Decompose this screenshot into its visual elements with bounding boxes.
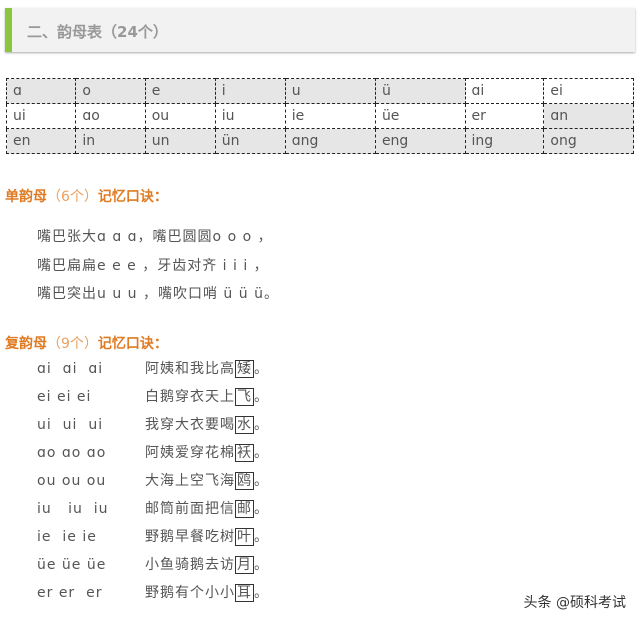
final-cell: iu xyxy=(214,103,286,129)
period: 。 xyxy=(254,557,269,573)
rhyme-text: 白鹅穿衣天上 xyxy=(145,389,235,405)
key-char: 邮 xyxy=(235,500,254,518)
final-cell: ei xyxy=(543,78,634,104)
rhyme-row: ie ie ie 野鹅早餐吃树叶。 xyxy=(37,526,269,546)
final-cell: ɑ xyxy=(5,78,77,104)
rhyme-text: 野鹅早餐吃树 xyxy=(145,529,235,545)
single-finals-heading: 单韵母（6个）记忆口诀： xyxy=(5,186,168,206)
pinyin: iu iu iu xyxy=(37,501,109,517)
rhyme-text: 阿姨爱穿花棉 xyxy=(145,445,235,461)
final-cell: ün xyxy=(214,128,286,154)
rhyme-line: 嘴巴扁扁e e e ，牙齿对齐 i i i ， xyxy=(37,258,269,274)
key-char: 矮 xyxy=(235,360,254,378)
rhyme-text: 小鱼骑鹅去访 xyxy=(145,557,235,573)
final-cell: ui xyxy=(5,103,77,129)
key-char: 月 xyxy=(235,556,254,574)
rhyme-text: 阿姨和我比高 xyxy=(145,361,235,377)
period: 。 xyxy=(254,445,269,461)
heading-suffix: 记忆口诀： xyxy=(97,189,168,205)
heading-title: 单韵母 xyxy=(5,189,47,205)
final-cell: ɑi xyxy=(464,78,545,104)
final-cell: ü xyxy=(374,78,466,104)
period: 。 xyxy=(254,585,269,601)
final-cell: ɑn xyxy=(543,103,634,129)
period: 。 xyxy=(254,473,269,489)
final-cell: ie xyxy=(284,103,376,129)
key-char: 鸥 xyxy=(235,472,254,490)
final-cell: un xyxy=(144,128,216,154)
final-cell: ong xyxy=(543,128,634,154)
key-char: 水 xyxy=(235,416,254,434)
period: 。 xyxy=(254,389,269,405)
period: 。 xyxy=(254,417,269,433)
heading-count: （6个） xyxy=(47,189,98,205)
rhyme-row: ɑi ɑi ɑi 阿姨和我比高矮。 xyxy=(37,358,269,378)
final-cell: er xyxy=(464,103,545,129)
final-cell: o xyxy=(75,78,146,104)
final-cell: üe xyxy=(374,103,466,129)
key-char: 叶 xyxy=(235,528,254,546)
heading-count: （9个） xyxy=(47,336,98,352)
rhyme-text: 邮筒前面把信 xyxy=(145,501,235,517)
pinyin: er er er xyxy=(37,585,103,601)
pinyin: ei ei ei xyxy=(37,389,92,405)
final-cell: in xyxy=(75,128,146,154)
final-cell: ing xyxy=(464,128,545,154)
table-row: ɑ o e i u ü ɑi ei xyxy=(5,78,634,104)
period: 。 xyxy=(254,501,269,517)
watermark: 头条 @硕科考试 xyxy=(523,595,626,611)
period: 。 xyxy=(254,361,269,377)
pinyin: ui ui ui xyxy=(37,417,104,433)
rhyme-line: 嘴巴突出u u u ，嘴吹口哨 ü ü ü。 xyxy=(37,286,279,302)
key-char: 飞 xyxy=(235,388,254,406)
section-header: 二、韵母表（24个） xyxy=(5,8,635,52)
pinyin: ou ou ou xyxy=(37,473,107,489)
final-cell: eng xyxy=(374,128,466,154)
table-row: ui ɑo ou iu ie üe er ɑn xyxy=(5,103,634,129)
rhyme-row: ou ou ou 大海上空飞海鸥。 xyxy=(37,470,269,490)
rhyme-row: üe üe üe 小鱼骑鹅去访月。 xyxy=(37,554,269,574)
final-cell: ɑng xyxy=(284,128,376,154)
rhyme-text: 我穿大衣要喝 xyxy=(145,417,235,433)
rhyme-row: iu iu iu 邮筒前面把信邮。 xyxy=(37,498,269,518)
pinyin: üe üe üe xyxy=(37,557,107,573)
final-cell: e xyxy=(144,78,216,104)
final-cell: ɑo xyxy=(75,103,146,129)
pinyin: ɑi ɑi ɑi xyxy=(37,361,104,377)
rhyme-row: ui ui ui 我穿大衣要喝水。 xyxy=(37,414,269,434)
rhyme-row: ɑo ɑo ɑo 阿姨爱穿花棉袄。 xyxy=(37,442,269,462)
rhyme-line: 嘴巴张大ɑ ɑ ɑ，嘴巴圆圆o o o ， xyxy=(37,229,273,245)
rhyme-row: ei ei ei 白鹅穿衣天上飞。 xyxy=(37,386,269,406)
final-cell: en xyxy=(5,128,77,154)
pinyin: ie ie ie xyxy=(37,529,97,545)
key-char: 袄 xyxy=(235,444,254,462)
finals-table: ɑ o e i u ü ɑi ei ui ɑo ou iu ie üe er ɑn en in un ün ɑng eng… xyxy=(5,78,634,154)
table-row: en in un ün ɑng eng ing ong xyxy=(5,128,634,154)
key-char: 耳 xyxy=(235,584,254,602)
rhyme-row: er er er 野鹅有个小小耳。 xyxy=(37,582,269,602)
final-cell: u xyxy=(284,78,376,104)
heading-title: 复韵母 xyxy=(5,336,47,352)
final-cell: ou xyxy=(144,103,216,129)
final-cell: i xyxy=(214,78,286,104)
heading-suffix: 记忆口诀： xyxy=(97,336,168,352)
section-title: 二、韵母表（24个） xyxy=(27,23,168,41)
pinyin: ɑo ɑo ɑo xyxy=(37,445,107,461)
rhyme-text: 大海上空飞海 xyxy=(145,473,235,489)
rhyme-text: 野鹅有个小小 xyxy=(145,585,235,601)
period: 。 xyxy=(254,529,269,545)
compound-finals-heading: 复韵母（9个）记忆口诀： xyxy=(5,333,168,353)
